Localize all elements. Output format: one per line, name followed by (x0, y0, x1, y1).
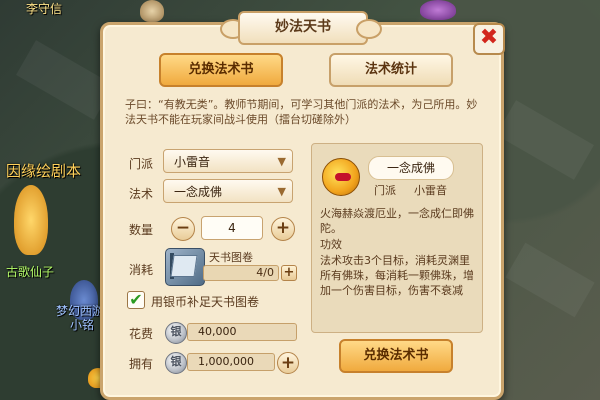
owned-label: 拥有 (129, 357, 154, 371)
item-name: 天书图卷 (209, 251, 253, 264)
increase-quantity-button[interactable]: + (271, 217, 295, 241)
chevron-down-icon: ▼ (277, 155, 286, 168)
spell-select[interactable]: 一念成佛 ▼ (163, 179, 293, 203)
silver-fill-label: 用银币补足天书图卷 (151, 295, 260, 309)
skill-effect-text: 法术攻击3个目标，消耗灵渊里所有佛珠，每消耗一颗佛珠，增加一个伤害目标，伤害不衰… (320, 254, 474, 297)
skill-name: 一念成佛 (368, 156, 454, 180)
skill-school-value: 小雷音 (414, 184, 447, 197)
fee-label: 花费 (129, 327, 154, 341)
exchange-spellbook-button[interactable]: 兑换法术书 (339, 339, 453, 373)
close-button[interactable]: ✖ (473, 23, 505, 55)
description-text: 子曰：“有教无类”。教师节期间，可学习其他门派的法术，为己所用。妙法天书不能在玩… (125, 98, 478, 126)
skill-flavor-text: 火海赫焱渡厄业，一念成仁即佛陀。 (320, 207, 474, 235)
add-item-button[interactable]: + (281, 265, 297, 281)
school-label: 门派 (129, 157, 154, 171)
world-label[interactable]: 因缘绘剧本 (6, 160, 81, 181)
book-scroll-icon[interactable] (165, 248, 205, 286)
fee-value: 40,000 (187, 323, 297, 341)
skill-school-label: 门派 (374, 184, 396, 197)
skill-detail-panel: 一念成佛 门派 小雷音 火海赫焱渡厄业，一念成仁即佛陀。 功效 法术攻击3个目标… (311, 143, 483, 333)
school-select[interactable]: 小雷音 ▼ (163, 149, 293, 173)
school-select-value: 小雷音 (174, 155, 211, 169)
owned-value: 1,000,000 (187, 353, 275, 371)
skill-icon[interactable] (322, 158, 360, 196)
dialog-title: 妙法天书 (238, 11, 368, 45)
npc-figure[interactable] (420, 0, 456, 20)
world-label[interactable]: 小铭 (70, 316, 94, 333)
skill-description[interactable]: 火海赫焱渡厄业，一念成仁即佛陀。 功效 法术攻击3个目标，消耗灵渊里所有佛珠，每… (320, 206, 480, 299)
npc-figure[interactable] (140, 0, 164, 22)
checkmark-icon: ✔ (129, 290, 143, 309)
quantity-input[interactable]: 4 (201, 216, 263, 240)
tab-spell-statistics[interactable]: 法术统计 (329, 53, 453, 87)
tab-exchange-spellbook[interactable]: 兑换法术书 (159, 53, 283, 87)
silver-coin-icon: 银 (165, 322, 187, 344)
npc-figure[interactable] (14, 185, 48, 255)
cost-label: 消耗 (129, 263, 154, 277)
title-banner: 妙法天书 (220, 11, 382, 45)
spell-label: 法术 (129, 187, 154, 201)
world-label[interactable]: 古歌仙子 (6, 263, 54, 280)
chevron-down-icon: ▼ (277, 185, 286, 198)
miaofa-tianshu-dialog: 妙法天书 ✖ 兑换法术书 法术统计 子曰：“有教无类”。教师节期间，可学习其他门… (100, 11, 505, 400)
silver-coin-icon: 银 (165, 352, 187, 374)
quantity-label: 数量 (129, 223, 154, 237)
item-count: 4/0 (203, 265, 279, 281)
skill-effect-heading: 功效 (320, 238, 342, 251)
world-label[interactable]: 李守信 (26, 0, 62, 17)
scroll-ornament-icon (356, 19, 382, 39)
spell-select-value: 一念成佛 (174, 185, 223, 199)
decrease-quantity-button[interactable]: − (171, 217, 195, 241)
add-silver-button[interactable]: + (277, 352, 299, 374)
silver-fill-checkbox[interactable]: ✔ (127, 291, 145, 309)
